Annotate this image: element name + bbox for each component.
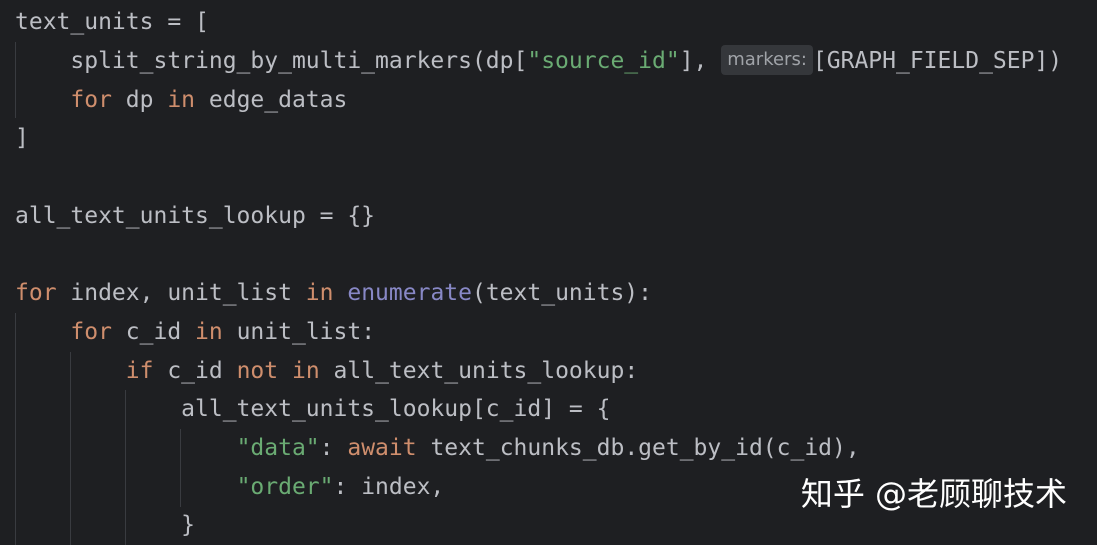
code-line[interactable]: all_text_units_lookup[c_id] = {: [15, 390, 610, 428]
string-literal: "data": [236, 435, 320, 461]
code-text: unit_list:: [222, 319, 376, 345]
code-text: }: [15, 512, 196, 538]
keyword: for: [70, 319, 112, 345]
code-text: ]: [15, 125, 29, 151]
keyword: in: [305, 280, 334, 306]
keyword: if: [125, 358, 154, 384]
builtin-function: enumerate: [347, 280, 472, 306]
code-line[interactable]: all_text_units_lookup = {}: [15, 197, 375, 235]
code-text: c_id: [153, 358, 237, 384]
code-line[interactable]: }: [15, 506, 195, 544]
code-text: :: [319, 435, 348, 461]
parameter-hint: markers:: [721, 44, 813, 75]
code-text: all_text_units_lookup[c_id] = {: [15, 396, 611, 422]
code-text: index, unit_list: [56, 280, 306, 306]
code-text: : index,: [333, 474, 445, 500]
code-text: all_text_units_lookup = {}: [15, 203, 376, 229]
code-text: edge_datas: [195, 87, 348, 113]
code-line[interactable]: for c_id in unit_list:: [15, 313, 375, 351]
code-line[interactable]: for dp in edge_datas: [15, 81, 347, 119]
code-line[interactable]: split_string_by_multi_markers(dp["source…: [15, 42, 1062, 80]
code-text: ],: [679, 48, 722, 74]
code-line[interactable]: text_units = [: [15, 3, 209, 41]
keyword: for: [15, 280, 57, 306]
keyword: await: [347, 435, 417, 461]
string-literal: "source_id": [527, 48, 680, 74]
code-line[interactable]: for index, unit_list in enumerate(text_u…: [15, 274, 652, 312]
keyword: in: [167, 87, 196, 113]
code-text: split_string_by_multi_markers(dp[: [15, 48, 528, 74]
code-text: [GRAPH_FIELD_SEP]): [812, 48, 1063, 74]
code-line[interactable]: if c_id not in all_text_units_lookup:: [15, 352, 638, 390]
watermark: 知乎 @老顾聊技术: [800, 475, 1067, 513]
code-text: text_units = [: [15, 9, 209, 35]
keyword: in: [291, 358, 320, 384]
code-line[interactable]: ]: [15, 119, 29, 157]
string-literal: "order": [236, 474, 334, 500]
keyword: for: [70, 87, 112, 113]
code-editor[interactable]: text_units = [ split_string_by_multi_mar…: [0, 0, 1097, 545]
code-text: dp: [111, 87, 168, 113]
code-line[interactable]: "data": await text_chunks_db.get_by_id(c…: [15, 429, 860, 467]
code-text: (text_units):: [471, 280, 652, 306]
keyword: not: [236, 358, 279, 384]
code-text: c_id: [111, 319, 196, 345]
code-text: all_text_units_lookup:: [319, 358, 639, 384]
code-line[interactable]: "order": index,: [15, 468, 445, 506]
keyword: in: [195, 319, 223, 345]
code-text: text_chunks_db.get_by_id(c_id),: [416, 435, 860, 461]
